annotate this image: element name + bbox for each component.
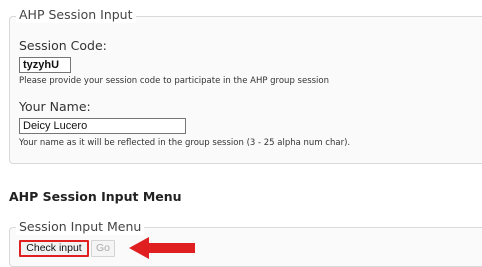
your-name-input[interactable] [19, 118, 186, 134]
session-input-menu-heading: AHP Session Input Menu [9, 189, 182, 204]
your-name-label: Your Name: [19, 99, 91, 114]
session-code-input[interactable] [19, 57, 71, 73]
red-left-arrow-icon [129, 237, 195, 259]
go-button[interactable]: Go [91, 240, 115, 257]
check-input-button[interactable]: Check input [19, 240, 89, 257]
your-name-hint: Your name as it will be reflected in the… [19, 138, 351, 148]
session-input-legend: AHP Session Input [16, 7, 136, 23]
session-code-label: Session Code: [19, 38, 107, 53]
session-input-menu-legend: Session Input Menu [16, 219, 145, 235]
session-code-hint: Please provide your session code to part… [19, 76, 330, 86]
